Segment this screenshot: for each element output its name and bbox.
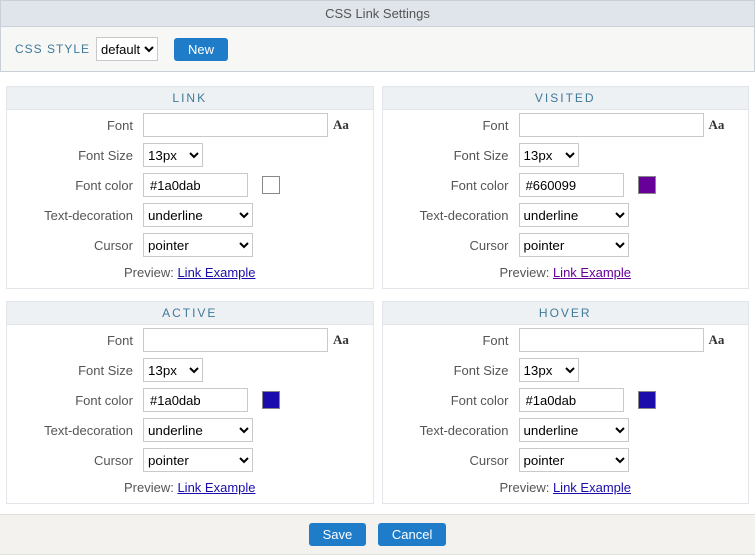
visited-color-swatch[interactable] — [638, 176, 656, 194]
panel-visited: VISITED Font Aa Font Size 13px Font colo… — [382, 86, 750, 289]
hover-text-decoration-select[interactable]: underline — [519, 418, 629, 442]
active-preview-row: Preview: Link Example — [7, 475, 373, 503]
footer-bar: Save Cancel — [0, 514, 755, 555]
toolbar: CSS STYLE default New — [0, 27, 755, 72]
link-text-decoration-select[interactable]: underline — [143, 203, 253, 227]
active-text-decoration-select[interactable]: underline — [143, 418, 253, 442]
label-font-color: Font color — [15, 178, 143, 193]
save-button[interactable]: Save — [309, 523, 367, 546]
active-font-input[interactable] — [143, 328, 328, 352]
link-font-color-input[interactable] — [143, 173, 248, 197]
visited-preview-example[interactable]: Link Example — [553, 265, 631, 280]
hover-color-swatch[interactable] — [638, 391, 656, 409]
font-picker-icon[interactable]: Aa — [709, 117, 725, 133]
label-font: Font — [15, 118, 143, 133]
hover-cursor-select[interactable]: pointer — [519, 448, 629, 472]
link-preview-example[interactable]: Link Example — [177, 265, 255, 280]
visited-font-input[interactable] — [519, 113, 704, 137]
link-font-size-select[interactable]: 13px — [143, 143, 203, 167]
panel-visited-heading: VISITED — [383, 87, 749, 110]
label-font-size: Font Size — [15, 148, 143, 163]
hover-preview-example[interactable]: Link Example — [553, 480, 631, 495]
panel-link: LINK Font Aa Font Size 13px Font color T… — [6, 86, 374, 289]
active-font-size-select[interactable]: 13px — [143, 358, 203, 382]
font-picker-icon[interactable]: Aa — [709, 332, 725, 348]
visited-font-color-input[interactable] — [519, 173, 624, 197]
panel-active-heading: ACTIVE — [7, 302, 373, 325]
page-title: CSS Link Settings — [0, 0, 755, 27]
hover-font-size-select[interactable]: 13px — [519, 358, 579, 382]
preview-label: Preview: — [124, 265, 177, 280]
panel-hover-heading: HOVER — [383, 302, 749, 325]
css-style-label: CSS STYLE — [15, 42, 90, 56]
hover-font-input[interactable] — [519, 328, 704, 352]
hover-font-color-input[interactable] — [519, 388, 624, 412]
link-font-input[interactable] — [143, 113, 328, 137]
panel-hover: HOVER Font Aa Font Size 13px Font color … — [382, 301, 750, 504]
panel-active: ACTIVE Font Aa Font Size 13px Font color… — [6, 301, 374, 504]
active-preview-example[interactable]: Link Example — [177, 480, 255, 495]
link-cursor-select[interactable]: pointer — [143, 233, 253, 257]
hover-preview-row: Preview: Link Example — [383, 475, 749, 503]
cancel-button[interactable]: Cancel — [378, 523, 446, 546]
css-style-select[interactable]: default — [96, 37, 158, 61]
visited-text-decoration-select[interactable]: underline — [519, 203, 629, 227]
font-picker-icon[interactable]: Aa — [333, 332, 349, 348]
visited-preview-row: Preview: Link Example — [383, 260, 749, 288]
font-picker-icon[interactable]: Aa — [333, 117, 349, 133]
panel-link-heading: LINK — [7, 87, 373, 110]
visited-cursor-select[interactable]: pointer — [519, 233, 629, 257]
new-style-button[interactable]: New — [174, 38, 228, 61]
label-cursor: Cursor — [15, 238, 143, 253]
active-font-color-input[interactable] — [143, 388, 248, 412]
visited-font-size-select[interactable]: 13px — [519, 143, 579, 167]
active-color-swatch[interactable] — [262, 391, 280, 409]
link-preview-row: Preview: Link Example — [7, 260, 373, 288]
link-color-swatch[interactable] — [262, 176, 280, 194]
active-cursor-select[interactable]: pointer — [143, 448, 253, 472]
label-text-decoration: Text-decoration — [15, 208, 143, 223]
